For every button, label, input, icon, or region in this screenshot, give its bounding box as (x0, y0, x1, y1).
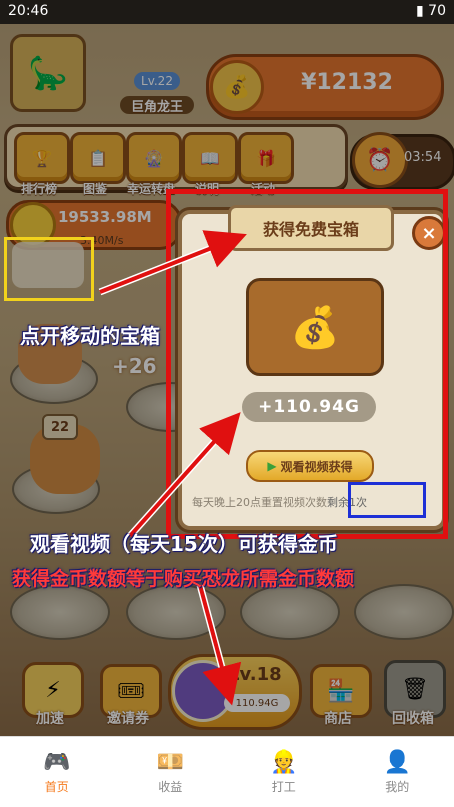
callout-equal-cost: 获得金币数额等于购买恐龙所需金币数额 (12, 564, 354, 591)
user-icon: 👤 (384, 750, 411, 778)
bottom-nav: 🎮 首页 💴 收益 👷 打工 👤 我的 (0, 736, 454, 807)
nav-profile[interactable]: 👤 我的 (341, 737, 454, 807)
nav-earnings[interactable]: 💴 收益 (114, 737, 228, 807)
callout-tap-chest: 点开移动的宝箱 (20, 320, 160, 349)
callout-watch-video: 观看视频（每天15次）可获得金币 (30, 528, 338, 557)
worker-icon: 👷 (270, 750, 297, 778)
nav-home[interactable]: 🎮 首页 (0, 737, 114, 807)
gamepad-icon: 🎮 (43, 750, 70, 778)
money-bag-icon: 💴 (157, 750, 184, 778)
annotation-arrows (0, 0, 454, 806)
nav-work[interactable]: 👷 打工 (227, 737, 341, 807)
